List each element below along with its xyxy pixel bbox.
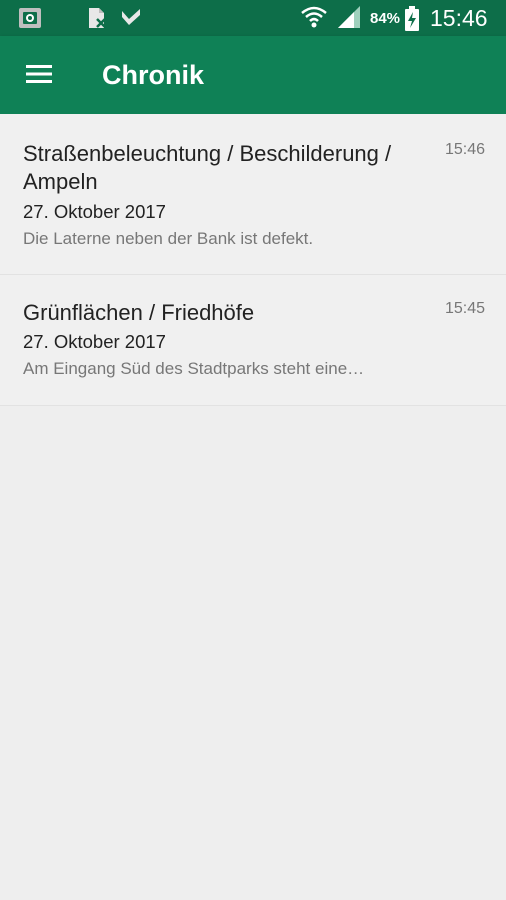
signal-icon [336,6,362,35]
list-item[interactable]: Straßenbeleuchtung / Beschilderung / Amp… [0,114,506,275]
history-list: Straßenbeleuchtung / Beschilderung / Amp… [0,114,506,406]
list-item[interactable]: Grünflächen / Friedhöfe 15:45 27. Oktobe… [0,275,506,406]
status-clock: 15:46 [430,5,488,31]
page-title: Chronik [102,60,205,90]
item-title: Straßenbeleuchtung / Beschilderung / Amp… [23,141,392,194]
item-date: 27. Oktober 2017 [23,331,166,352]
menu-button[interactable] [14,51,64,99]
item-date: 27. Oktober 2017 [23,201,166,222]
notification-app-icon [18,7,42,34]
hamburger-menu-icon [26,65,52,83]
status-bar: 84% 15:46 [0,0,506,36]
item-description: Am Eingang Süd des Stadtparks steht eine… [23,359,365,378]
app-bar: Chronik [0,36,506,114]
item-title: Grünflächen / Friedhöfe [23,300,255,325]
download-check-icon [120,7,142,34]
item-time: 15:46 [444,141,485,158]
doc-icon [86,7,108,34]
battery-percent: 84% [370,10,401,27]
wifi-icon [300,4,328,35]
item-description: Die Laterne neben der Bank ist defekt. [23,229,314,248]
item-time: 15:45 [444,300,485,317]
battery-charging-icon [404,6,420,37]
